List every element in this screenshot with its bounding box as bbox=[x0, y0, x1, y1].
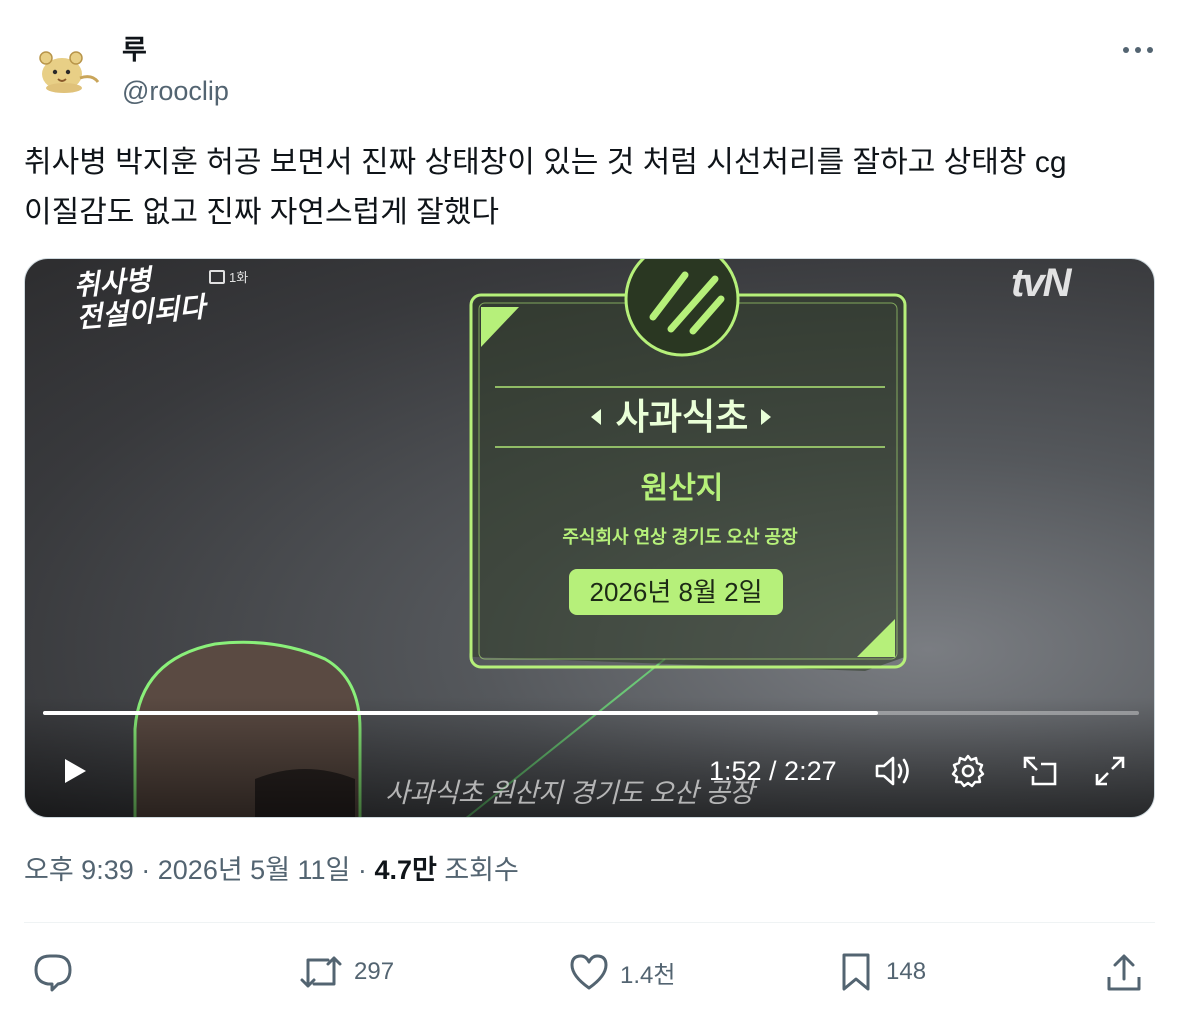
avatar[interactable] bbox=[24, 40, 104, 120]
view-label: 조회수 bbox=[444, 855, 519, 885]
tweet-text-line: 이질감도 없고 진짜 자연스럽게 잘했다 bbox=[24, 196, 499, 229]
reply-icon bbox=[34, 954, 72, 992]
video-time: 1:52 / 2:27 bbox=[709, 756, 837, 786]
gear-icon bbox=[951, 754, 985, 788]
divider bbox=[24, 922, 1155, 923]
share-button[interactable] bbox=[1104, 950, 1144, 994]
retweet-button[interactable]: 297 bbox=[298, 950, 394, 994]
user-handle[interactable]: @rooclip bbox=[122, 74, 229, 108]
progress-bar[interactable] bbox=[43, 711, 1139, 715]
picture-in-picture-icon bbox=[1023, 756, 1057, 786]
reply-button[interactable] bbox=[32, 950, 84, 994]
status-window-section: 원산지 bbox=[640, 472, 724, 505]
progress-fill bbox=[43, 711, 879, 715]
display-name[interactable]: 루 bbox=[122, 34, 147, 66]
status-window-origin: 주식회사 연상 경기도 오산 공장 bbox=[562, 527, 798, 547]
play-button[interactable] bbox=[51, 747, 99, 795]
episode-icon bbox=[209, 269, 225, 284]
view-count: 4.7만 bbox=[374, 855, 437, 885]
like-count: 1.4천 bbox=[620, 961, 676, 989]
pip-button[interactable] bbox=[1015, 747, 1065, 795]
retweet-count: 297 bbox=[354, 958, 395, 985]
hamster-avatar-icon bbox=[39, 51, 100, 93]
share-icon bbox=[1107, 954, 1141, 991]
tweet-date[interactable]: 2026년 5월 11일 bbox=[158, 855, 351, 885]
bookmark-icon bbox=[842, 953, 870, 991]
bookmark-button[interactable]: 148 bbox=[836, 950, 926, 994]
fullscreen-button[interactable] bbox=[1085, 747, 1135, 795]
heart-icon bbox=[570, 954, 608, 990]
tweet-text-line: 취사병 박지훈 허공 보면서 진짜 상태창이 있는 것 처럼 시선처리를 잘하고… bbox=[24, 146, 1067, 179]
fullscreen-icon bbox=[1095, 756, 1125, 786]
more-options-button[interactable] bbox=[1116, 36, 1160, 64]
bookmark-count: 148 bbox=[886, 958, 927, 985]
settings-button[interactable] bbox=[943, 747, 993, 795]
volume-icon bbox=[875, 756, 909, 786]
like-button[interactable]: 1.4천 bbox=[568, 950, 675, 994]
episode-badge: 1화 bbox=[209, 267, 248, 286]
episode-label: 1화 bbox=[229, 270, 249, 285]
channel-logo: tvN bbox=[1011, 261, 1071, 305]
meta-separator: · bbox=[357, 855, 367, 885]
status-window-title: 사과식초 bbox=[615, 396, 749, 437]
show-logo: 취사병 전설이되다 bbox=[72, 260, 206, 335]
play-icon bbox=[65, 759, 86, 783]
tweet-time[interactable]: 오후 9:39 bbox=[24, 855, 134, 885]
volume-button[interactable] bbox=[867, 747, 919, 795]
tweet-meta: 오후 9:39 · 2026년 5월 11일 · 4.7만 조회수 bbox=[24, 852, 519, 888]
retweet-icon bbox=[300, 956, 342, 988]
meta-separator: · bbox=[141, 855, 151, 885]
video-player[interactable]: 사과식초 원산지 주식회사 연상 경기도 오산 공장 2026년 8월 2일 취… bbox=[24, 258, 1155, 818]
video-subtitle: 사과식초 원산지 경기도 오산 공장 bbox=[385, 778, 754, 808]
status-window-date: 2026년 8월 2일 bbox=[589, 577, 763, 607]
tweet-text: 취사병 박지훈 허공 보면서 진짜 상태창이 있는 것 처럼 시선처리를 잘하고… bbox=[24, 138, 1144, 238]
more-icon bbox=[1123, 47, 1153, 53]
